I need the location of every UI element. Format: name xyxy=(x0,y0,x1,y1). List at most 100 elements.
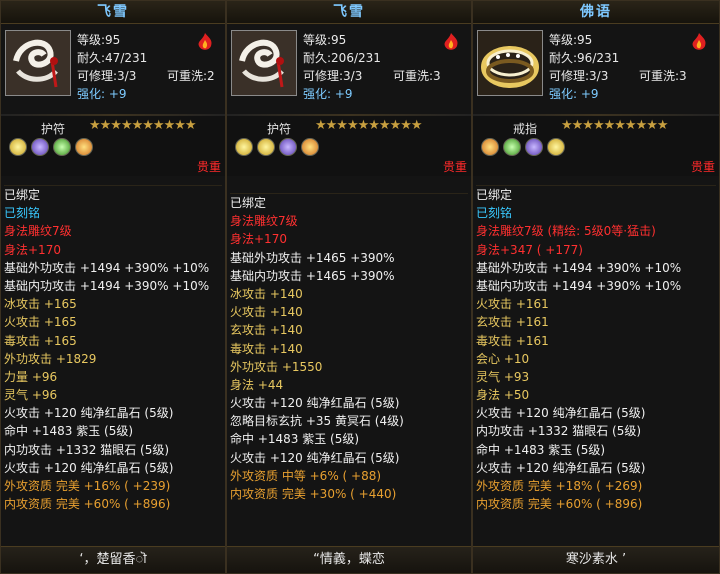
gem-socket-icon[interactable] xyxy=(547,138,565,156)
attribute-line: 内攻资质 完美 +60% ( +896) xyxy=(4,497,171,512)
item-repairable: 可修理:3/3 xyxy=(549,69,609,83)
attribute-line: 灵气 +96 xyxy=(4,388,58,403)
attribute-line: 已刻铭 xyxy=(4,206,41,221)
item-repairable: 可修理:3/3 xyxy=(77,69,137,83)
attribute-line: 玄攻击 +161 xyxy=(476,315,549,330)
gem-socket-icon[interactable] xyxy=(9,138,27,156)
star-rating: ★★★★★★★★★★ xyxy=(561,118,669,133)
attribute-line: 基础内功攻击 +1494 +390% +10% xyxy=(476,278,682,293)
gem-socket-icon[interactable] xyxy=(503,138,521,156)
star-rating: ★★★★★★★★★★ xyxy=(315,118,423,133)
item-level: 等级:95 xyxy=(77,33,121,47)
item-title: 飞雪 xyxy=(227,1,471,24)
attribute-line: 玄攻击 +140 xyxy=(230,323,303,338)
item-durability: 耐久:47/231 xyxy=(77,51,148,65)
attribute-line: 外攻资质 完美 +18% ( +269) xyxy=(476,479,643,493)
attribute-line: 已刻铭 xyxy=(476,206,513,221)
gem-sockets xyxy=(235,138,319,156)
gem-socket-icon[interactable] xyxy=(75,138,93,156)
attribute-line: 毒攻击 +161 xyxy=(476,333,549,348)
attribute-line: 忽略目标玄抗 +35 黄冥石 (4级) xyxy=(230,414,404,429)
item-durability: 耐久:206/231 xyxy=(303,51,381,65)
gem-socket-icon[interactable] xyxy=(301,138,319,156)
gem-slot-row: 护符 ★★★★★★★★★★ 贵重 xyxy=(1,116,225,176)
attribute-line: 基础外功攻击 +1494 +390% +10% xyxy=(476,260,682,275)
attribute-line: 外攻资质 完美 +16% ( +239) xyxy=(4,479,171,493)
gem-socket-icon[interactable] xyxy=(53,138,71,156)
gem-socket-icon[interactable] xyxy=(525,138,543,156)
gem-sockets xyxy=(9,138,93,156)
attribute-line: 力量 +96 xyxy=(4,369,58,384)
attribute-line: 灵气 +93 xyxy=(476,369,530,384)
item-durability: 耐久:96/231 xyxy=(549,51,620,65)
attribute-line: 基础外功攻击 +1494 +390% +10% xyxy=(4,260,210,275)
attribute-list: 已绑定 已刻铭 身法雕纹7级 身法+170 基础外功攻击 +1494 +390% +10… xyxy=(4,185,222,513)
gem-sockets xyxy=(481,138,565,156)
attribute-line: 基础内功攻击 +1494 +390% +10% xyxy=(4,278,210,293)
attribute-line: 火攻击 +120 纯净红晶石 (5级) xyxy=(4,460,174,475)
item-title: 佛语 xyxy=(473,1,719,24)
gem-socket-icon[interactable] xyxy=(235,138,253,156)
item-level: 等级:95 xyxy=(549,33,593,47)
gem-socket-icon[interactable] xyxy=(279,138,297,156)
gem-slot-row: 护符 ★★★★★★★★★★ 贵重 xyxy=(227,116,471,176)
gem-socket-icon[interactable] xyxy=(257,138,275,156)
star-rating: ★★★★★★★★★★ xyxy=(89,118,197,133)
attribute-line: 毒攻击 +165 xyxy=(4,333,77,348)
gem-slot-row: 戒指 ★★★★★★★★★★ 贵重 xyxy=(473,116,719,176)
fire-crest-icon xyxy=(444,33,458,50)
item-title: 飞雪 xyxy=(1,1,225,24)
attribute-line: 身法 +44 xyxy=(230,377,284,392)
ring-icon[interactable] xyxy=(477,30,543,96)
quality-label: 贵重 xyxy=(196,160,221,174)
attribute-line: 火攻击 +120 纯净红晶石 (5级) xyxy=(476,460,646,475)
item-level: 等级:95 xyxy=(303,33,347,47)
attribute-list: 已绑定 已刻铭 身法雕纹7级 (精绘: 5级0等·猛击) 身法+347 ( +177)… xyxy=(476,185,716,513)
attribute-line: 内功攻击 +1332 猫眼石 (5级) xyxy=(4,442,170,457)
item-rewash: 可重洗:3 xyxy=(639,69,687,83)
attribute-line: 火攻击 +161 xyxy=(476,297,549,312)
item-footer: 寒沙素水 ’ xyxy=(473,546,719,573)
slot-label: 护符 xyxy=(41,122,66,136)
attribute-line: 命中 +1483 紫玉 (5级) xyxy=(4,424,134,439)
attribute-line: 已绑定 xyxy=(476,188,513,202)
item-header: 等级:95 耐久:206/231 可修理:3/3 可重洗:3 强化: +9 xyxy=(227,24,471,114)
attribute-line: 身法雕纹7级 xyxy=(230,214,298,229)
attribute-line: 身法+347 ( +177) xyxy=(476,242,583,257)
item-footer: “情義，蝶恋 xyxy=(227,546,471,573)
gem-socket-icon[interactable] xyxy=(31,138,49,156)
amulet-icon[interactable] xyxy=(231,30,297,96)
gem-socket-icon[interactable] xyxy=(481,138,499,156)
attribute-line: 冰攻击 +140 xyxy=(230,286,303,301)
attribute-line: 外攻资质 中等 +6% ( +88) xyxy=(230,468,382,483)
item-panel-2: 飞雪 等级:95 耐久:206/231 可修理:3/3 可重洗:3 强化: +9… xyxy=(226,0,472,574)
attribute-line: 身法 +50 xyxy=(476,388,530,403)
slot-label: 戒指 xyxy=(513,122,538,136)
fire-crest-icon xyxy=(692,33,706,50)
attribute-line: 冰攻击 +165 xyxy=(4,297,77,312)
attribute-line: 身法雕纹7级 xyxy=(4,224,72,239)
item-header: 等级:95 耐久:96/231 可修理:3/3 可重洗:3 强化: +9 xyxy=(473,24,719,114)
attribute-line: 命中 +1483 紫玉 (5级) xyxy=(476,442,606,457)
fire-crest-icon xyxy=(198,33,212,50)
item-enhance: 强化: +9 xyxy=(77,87,127,101)
attribute-line: 火攻击 +120 纯净红晶石 (5级) xyxy=(4,406,174,421)
quality-label: 贵重 xyxy=(690,160,715,174)
attribute-line: 内攻资质 完美 +60% ( +896) xyxy=(476,497,643,512)
item-enhance: 强化: +9 xyxy=(549,87,599,101)
amulet-icon[interactable] xyxy=(5,30,71,96)
attribute-line: 火攻击 +165 xyxy=(4,315,77,330)
attribute-line: 基础外功攻击 +1465 +390% xyxy=(230,250,395,265)
item-rewash: 可重洗:3 xyxy=(393,69,441,83)
attribute-line: 已绑定 xyxy=(230,196,267,210)
attribute-line: 毒攻击 +140 xyxy=(230,341,303,356)
attribute-line: 会心 +10 xyxy=(476,351,530,366)
attribute-line: 基础内功攻击 +1465 +390% xyxy=(230,268,395,283)
attribute-list: 已绑定 身法雕纹7级 身法+170 基础外功攻击 +1465 +390% 基础内功攻击 … xyxy=(230,193,468,503)
attribute-line: 火攻击 +140 xyxy=(230,305,303,320)
item-footer: ‘，楚留香ॊ xyxy=(1,546,225,573)
attribute-line: 内功攻击 +1332 猫眼石 (5级) xyxy=(476,424,642,439)
attribute-line: 外功攻击 +1550 xyxy=(230,359,323,374)
item-panel-3: 佛语 等级:95 耐久:96/231 可修理:3/3 可重洗:3 强化: +9 … xyxy=(472,0,720,574)
slot-label: 护符 xyxy=(267,122,292,136)
